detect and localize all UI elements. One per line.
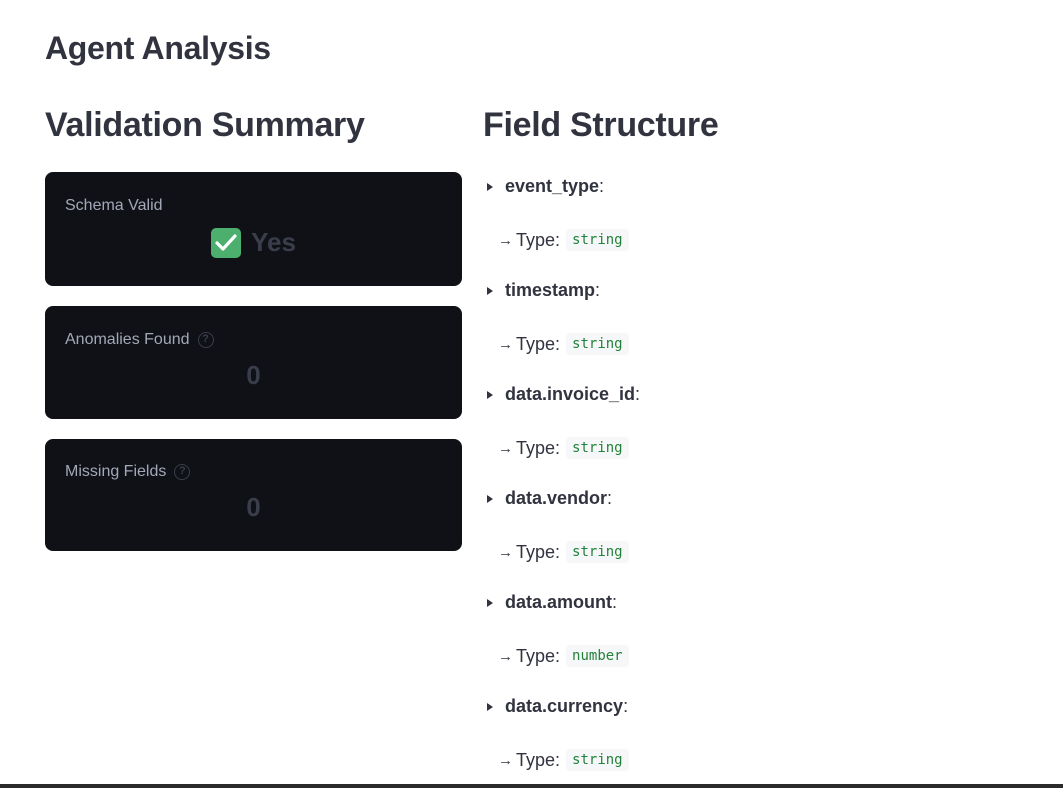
- field-name-row: data.currency:: [485, 696, 628, 717]
- type-value: number: [566, 645, 629, 667]
- arrow-right-icon: →: [498, 231, 513, 249]
- metric-card-anomalies: Anomalies Found ? 0: [45, 306, 462, 419]
- check-icon: [211, 227, 242, 258]
- field-item: data.vendor: → Type: string: [485, 484, 1045, 588]
- type-value: string: [566, 333, 629, 355]
- field-name-row: data.vendor:: [485, 488, 612, 509]
- field-item: data.invoice_id: → Type: string: [485, 380, 1045, 484]
- field-type-row: → Type: number: [498, 645, 629, 667]
- triangle-bullet-icon: [487, 390, 493, 399]
- type-value: string: [566, 541, 629, 563]
- arrow-right-icon: →: [498, 543, 513, 561]
- triangle-bullet-icon: [487, 286, 493, 295]
- help-icon[interactable]: ?: [197, 332, 214, 348]
- help-icon[interactable]: ?: [174, 464, 191, 480]
- field-name-row: event_type:: [485, 176, 604, 197]
- field-item: event_type: → Type: string: [485, 172, 1045, 276]
- metric-label-text: Anomalies Found: [65, 331, 190, 348]
- field-type-row: → Type: string: [498, 333, 629, 355]
- metric-value-text: Yes: [251, 227, 296, 257]
- field-name: data.amount: [505, 592, 613, 612]
- field-name: event_type: [505, 176, 600, 196]
- field-item: data.amount: → Type: number: [485, 588, 1045, 692]
- field-type-row: → Type: string: [498, 229, 629, 251]
- field-name: data.vendor: [505, 488, 608, 508]
- metric-card-schema-valid: Schema Valid Yes: [45, 172, 462, 286]
- type-label: Type:: [516, 229, 561, 250]
- metric-value: Yes: [45, 227, 462, 258]
- arrow-right-icon: →: [498, 751, 513, 769]
- type-label: Type:: [516, 645, 561, 666]
- validation-summary-title: Validation Summary: [45, 106, 365, 144]
- metric-value: 0: [246, 492, 261, 522]
- field-name: data.invoice_id: [505, 384, 636, 404]
- field-type-row: → Type: string: [498, 541, 629, 563]
- field-item: data.currency: → Type: string: [485, 692, 1045, 788]
- type-value: string: [566, 229, 629, 251]
- metric-label: Missing Fields ?: [65, 463, 191, 481]
- page: Agent Analysis Validation Summary Field …: [0, 0, 1063, 788]
- field-name-row: timestamp:: [485, 280, 600, 301]
- field-name-row: data.invoice_id:: [485, 384, 640, 405]
- field-item: timestamp: → Type: string: [485, 276, 1045, 380]
- type-label: Type:: [516, 749, 561, 770]
- type-label: Type:: [516, 333, 561, 354]
- field-list: event_type: → Type: string timestamp: → …: [485, 172, 1045, 788]
- type-value: string: [566, 749, 629, 771]
- type-value: string: [566, 437, 629, 459]
- field-type-row: → Type: string: [498, 749, 629, 771]
- metric-card-missing-fields: Missing Fields ? 0: [45, 439, 462, 551]
- triangle-bullet-icon: [487, 598, 493, 607]
- metric-label-text: Missing Fields: [65, 463, 167, 480]
- arrow-right-icon: →: [498, 647, 513, 665]
- page-title: Agent Analysis: [45, 30, 271, 66]
- triangle-bullet-icon: [487, 702, 493, 711]
- triangle-bullet-icon: [487, 494, 493, 503]
- metric-label-text: Schema Valid: [65, 197, 163, 214]
- arrow-right-icon: →: [498, 439, 513, 457]
- triangle-bullet-icon: [487, 182, 493, 191]
- arrow-right-icon: →: [498, 335, 513, 353]
- field-type-row: → Type: string: [498, 437, 629, 459]
- metric-value: 0: [246, 360, 261, 390]
- bottom-bar: [0, 784, 1063, 788]
- field-name-row: data.amount:: [485, 592, 617, 613]
- type-label: Type:: [516, 437, 561, 458]
- metric-label: Schema Valid: [65, 197, 163, 215]
- field-name: data.currency: [505, 696, 624, 716]
- field-structure-title: Field Structure: [483, 106, 719, 144]
- metric-label: Anomalies Found ?: [65, 331, 214, 349]
- type-label: Type:: [516, 541, 561, 562]
- field-name: timestamp: [505, 280, 596, 300]
